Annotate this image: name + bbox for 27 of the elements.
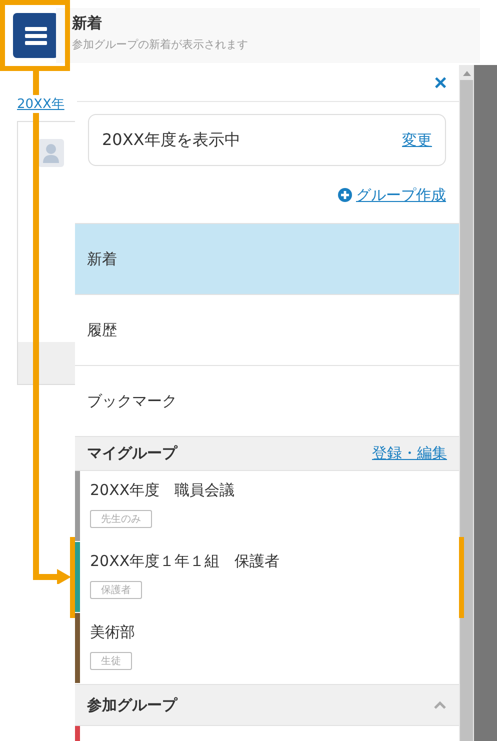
year-link[interactable]: 20XX年	[17, 95, 77, 113]
scroll-up-icon[interactable]	[462, 70, 470, 76]
group-tag: 保護者	[90, 581, 142, 599]
menu-button[interactable]	[13, 13, 58, 58]
page-subtitle: 参加グループの新着が表示されます	[72, 37, 249, 52]
section-title: 参加グループ	[87, 696, 177, 714]
caret-icon[interactable]	[433, 700, 447, 710]
nav-item[interactable]: 新着	[75, 223, 459, 294]
group-name: 20XX年度１年１組 保護者	[90, 552, 280, 571]
section-title: マイグループ	[87, 444, 177, 463]
edit-link[interactable]: 登録・編集	[372, 444, 447, 463]
menu-icon	[24, 26, 46, 44]
group-name: 20XX年度 職員会議	[90, 481, 235, 500]
year-text: 20XX年度を表示中	[102, 130, 240, 150]
group-tag: 生徒	[90, 652, 132, 670]
scrollbar[interactable]	[459, 65, 474, 741]
avatar-icon	[38, 139, 64, 167]
create-group-link[interactable]: グループ作成	[356, 186, 446, 204]
group-tag: 先生のみ	[90, 510, 152, 528]
page-title: 新着	[72, 14, 103, 33]
close-button[interactable]: ×	[434, 72, 447, 94]
group-item[interactable]: 20XX年度 職員会議 先生のみ	[75, 471, 459, 542]
group-name: 美術部	[90, 623, 135, 642]
change-link[interactable]: 変更	[402, 130, 432, 150]
plus-icon	[338, 188, 352, 202]
group-item[interactable]: 美術部 生徒	[75, 613, 459, 684]
annotation-frame	[0, 0, 70, 71]
